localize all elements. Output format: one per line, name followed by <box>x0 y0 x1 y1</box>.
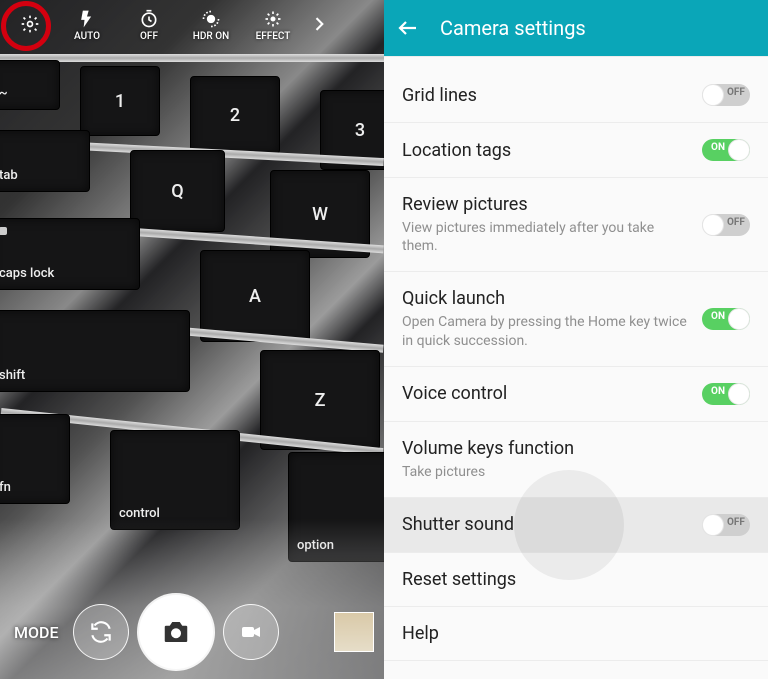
settings-row[interactable]: Help <box>384 607 768 661</box>
settings-row-title: Volume keys function <box>402 438 750 459</box>
camera-icon <box>161 617 191 647</box>
toggle-knob <box>702 214 724 236</box>
camera-bottom-toolbar: MODE <box>0 585 384 679</box>
settings-row-text: Shutter sound <box>402 514 692 535</box>
settings-row[interactable]: Grid lines OFF <box>384 68 768 123</box>
settings-row-text: Voice control <box>402 383 692 404</box>
settings-appbar: Camera settings <box>384 0 768 56</box>
settings-row-text: Location tags <box>402 140 692 161</box>
toggle-knob <box>702 84 724 106</box>
settings-row[interactable]: Location tags ON <box>384 123 768 178</box>
toggle-switch[interactable]: ON <box>702 308 750 330</box>
hdr-label: HDR ON <box>193 31 229 42</box>
settings-row-title: Review pictures <box>402 194 692 215</box>
gallery-thumbnail[interactable] <box>334 612 374 652</box>
toggle-knob <box>728 308 750 330</box>
timer-icon <box>139 9 159 29</box>
settings-row[interactable]: Quick launch Open Camera by pressing the … <box>384 272 768 366</box>
back-button[interactable] <box>396 16 420 40</box>
settings-row-title: Help <box>402 623 750 644</box>
settings-button[interactable] <box>4 0 56 50</box>
hdr-icon <box>201 9 221 29</box>
settings-row-title: Voice control <box>402 383 692 404</box>
settings-row[interactable]: Shutter sound OFF <box>384 498 768 553</box>
hdr-button[interactable]: HDR ON <box>180 0 242 50</box>
toggle-label: OFF <box>727 217 745 228</box>
effect-icon <box>263 9 283 29</box>
toggle-knob <box>728 383 750 405</box>
toggle-switch[interactable]: ON <box>702 383 750 405</box>
toggle-label: ON <box>711 142 725 153</box>
settings-row-title: Shutter sound <box>402 514 692 535</box>
toggle-switch[interactable]: OFF <box>702 214 750 236</box>
flash-icon <box>77 9 97 29</box>
toggle-switch[interactable]: ON <box>702 139 750 161</box>
settings-row-subtitle: Open Camera by pressing the Home key twi… <box>402 313 692 349</box>
effect-button[interactable]: EFFECT <box>242 0 304 50</box>
video-button[interactable] <box>223 604 279 660</box>
settings-row-text: Grid lines <box>402 85 692 106</box>
toggle-knob <box>728 139 750 161</box>
camera-viewfinder-screen: ~ 1 2 3 tab Q W caps lock A shift Z fn c… <box>0 0 384 679</box>
settings-list[interactable]: Grid lines OFF Location tags ON Review pictu… <box>384 56 768 679</box>
toggle-switch[interactable]: OFF <box>702 84 750 106</box>
settings-row-subtitle: View pictures immediately after you take… <box>402 219 692 255</box>
settings-row-title: Grid lines <box>402 85 692 106</box>
arrow-left-icon <box>396 16 420 40</box>
flash-button[interactable]: AUTO <box>56 0 118 50</box>
settings-row[interactable]: Review pictures View pictures immediately… <box>384 178 768 272</box>
more-options-button[interactable] <box>304 0 334 50</box>
settings-row-title: Location tags <box>402 140 692 161</box>
video-icon <box>239 620 263 644</box>
toggle-label: ON <box>711 386 725 397</box>
settings-row[interactable]: Voice control ON <box>384 367 768 422</box>
list-cutoff-indicator <box>384 56 768 68</box>
toggle-knob <box>702 514 724 536</box>
switch-camera-button[interactable] <box>73 604 129 660</box>
toggle-switch[interactable]: OFF <box>702 514 750 536</box>
timer-label: OFF <box>140 31 158 42</box>
gear-icon <box>20 14 40 34</box>
flash-label: AUTO <box>74 31 100 42</box>
toggle-label: ON <box>711 311 725 322</box>
camera-settings-screen: Camera settings Grid lines OFF Location ta… <box>384 0 768 679</box>
toggle-label: OFF <box>727 517 745 528</box>
settings-title: Camera settings <box>440 16 586 40</box>
settings-row-text: Review pictures View pictures immediately… <box>402 194 692 255</box>
shutter-button[interactable] <box>139 595 213 669</box>
timer-button[interactable]: OFF <box>118 0 180 50</box>
switch-camera-icon <box>88 619 114 645</box>
settings-row-text: Help <box>402 623 750 644</box>
camera-top-toolbar: AUTO OFF HDR ON EFFECT <box>0 0 384 50</box>
toggle-label: OFF <box>727 87 745 98</box>
mode-button[interactable]: MODE <box>10 615 63 650</box>
settings-row-title: Quick launch <box>402 288 692 309</box>
chevron-right-icon <box>309 14 329 34</box>
settings-row-text: Quick launch Open Camera by pressing the … <box>402 288 692 349</box>
effect-label: EFFECT <box>256 31 291 42</box>
